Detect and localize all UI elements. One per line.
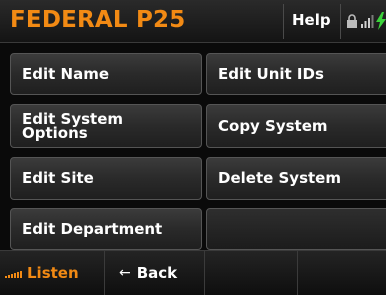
- signal-icon: [361, 15, 374, 28]
- delete-system-label: Delete System: [218, 169, 341, 187]
- page-title: FEDERAL P25: [10, 7, 186, 33]
- copy-system-label: Copy System: [218, 116, 328, 135]
- edit-unit-ids-label: Edit Unit IDs: [218, 64, 324, 83]
- edit-system-options-label: Edit System Options: [22, 110, 124, 142]
- listen-label: Listen: [27, 264, 79, 282]
- back-arrow-icon: ←: [119, 265, 131, 281]
- delete-system-button[interactable]: Delete System: [206, 157, 386, 200]
- edit-department-label: Edit Department: [22, 219, 163, 238]
- back-label: Back: [136, 264, 178, 282]
- edit-name-button[interactable]: Edit Name: [10, 53, 202, 95]
- edit-site-label: Edit Site: [22, 169, 94, 187]
- back-button[interactable]: ← Back: [105, 251, 205, 295]
- header-divider: [283, 4, 284, 39]
- softkey-4[interactable]: [298, 251, 386, 295]
- listen-signal-icon: [5, 270, 22, 278]
- edit-name-label: Edit Name: [22, 64, 109, 83]
- edit-unit-ids-button[interactable]: Edit Unit IDs: [206, 53, 386, 95]
- empty-menu-slot: [206, 208, 386, 250]
- header-divider: [340, 4, 341, 39]
- copy-system-button[interactable]: Copy System: [206, 104, 386, 148]
- footer-bar: Listen ← Back: [0, 250, 386, 295]
- edit-system-options-button[interactable]: Edit System Options: [10, 104, 202, 148]
- battery-charging-icon: [376, 12, 386, 30]
- softkey-3[interactable]: [205, 251, 298, 295]
- lock-icon: [347, 14, 357, 28]
- edit-site-button[interactable]: Edit Site: [10, 157, 202, 200]
- header-bar: FEDERAL P25 Help: [0, 0, 386, 43]
- edit-department-button[interactable]: Edit Department: [10, 208, 202, 250]
- help-button[interactable]: Help: [292, 11, 331, 29]
- listen-button[interactable]: Listen: [0, 251, 105, 295]
